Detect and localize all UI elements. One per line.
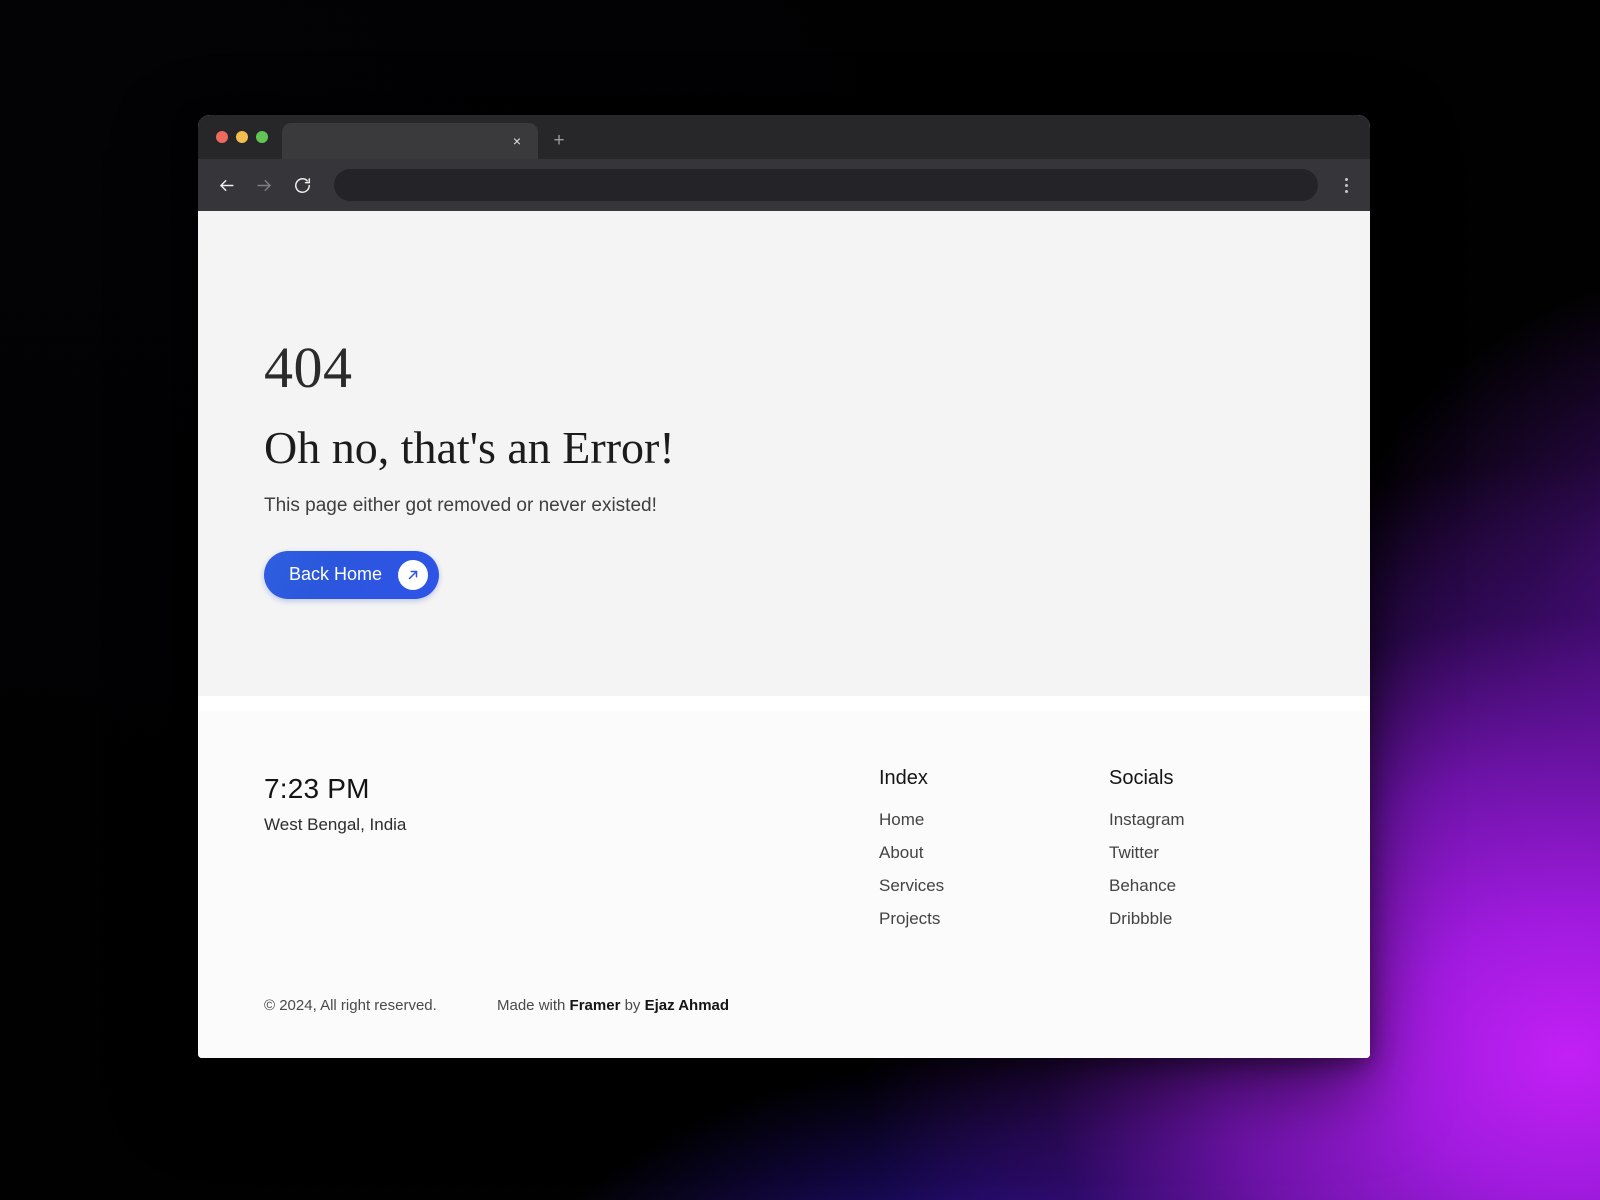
page-footer: 7:23 PM West Bengal, India Index Home Ab… — [198, 711, 1370, 1058]
browser-window: × + 404 Oh no, that's an Error! This pag… — [198, 115, 1370, 1058]
footer-bottom-row: © 2024, All right reserved. Made with Fr… — [264, 997, 729, 1014]
arrow-up-right-icon — [398, 559, 429, 590]
maximize-window-button[interactable] — [256, 131, 268, 143]
footer-column-socials: Socials Instagram Twitter Behance Dribbb… — [1109, 767, 1339, 942]
footer-top-row: 7:23 PM West Bengal, India Index Home Ab… — [264, 767, 1304, 942]
social-link-twitter[interactable]: Twitter — [1109, 843, 1339, 863]
close-window-button[interactable] — [216, 131, 228, 143]
section-divider — [198, 696, 1370, 711]
made-with-credit: Made with Framer by Ejaz Ahmad — [497, 997, 729, 1014]
footer-column-title: Socials — [1109, 767, 1174, 789]
error-subtext: This page either got removed or never ex… — [264, 494, 657, 516]
reload-icon[interactable] — [286, 169, 318, 201]
back-home-label: Back Home — [289, 564, 383, 585]
social-link-instagram[interactable]: Instagram — [1109, 810, 1339, 830]
back-arrow-icon[interactable] — [210, 169, 242, 201]
copyright-text: © 2024, All right reserved. — [264, 997, 437, 1014]
sidebar-item-projects[interactable]: Projects — [879, 909, 1109, 929]
error-headline: Oh no, that's an Error! — [264, 422, 675, 473]
back-home-button[interactable]: Back Home — [264, 550, 440, 599]
browser-tab-strip: × + — [198, 115, 1370, 159]
credit-tool-name[interactable]: Framer — [570, 997, 621, 1014]
local-time: 7:23 PM — [264, 773, 370, 804]
footer-column-title: Index — [879, 767, 928, 789]
address-bar[interactable] — [334, 169, 1318, 201]
footer-column-index: Index Home About Services Projects — [879, 767, 1109, 942]
browser-toolbar — [198, 159, 1370, 211]
close-tab-icon[interactable]: × — [508, 132, 526, 150]
footer-locale-block: 7:23 PM West Bengal, India — [264, 767, 879, 835]
new-tab-button[interactable]: + — [542, 123, 576, 159]
error-code: 404 — [264, 335, 353, 400]
window-traffic-lights — [198, 115, 282, 159]
social-link-dribbble[interactable]: Dribbble — [1109, 909, 1339, 929]
sidebar-item-home[interactable]: Home — [879, 810, 1109, 830]
credit-author-name[interactable]: Ejaz Ahmad — [645, 997, 729, 1014]
browser-menu-icon[interactable] — [1332, 169, 1360, 201]
local-location: West Bengal, India — [264, 815, 407, 834]
credit-prefix: Made with — [497, 997, 570, 1014]
error-hero-section: 404 Oh no, that's an Error! This page ei… — [198, 211, 1370, 696]
sidebar-item-services[interactable]: Services — [879, 876, 1109, 896]
minimize-window-button[interactable] — [236, 131, 248, 143]
credit-middle: by — [620, 997, 645, 1014]
sidebar-item-about[interactable]: About — [879, 843, 1109, 863]
social-link-behance[interactable]: Behance — [1109, 876, 1339, 896]
forward-arrow-icon[interactable] — [248, 169, 280, 201]
page-viewport: 404 Oh no, that's an Error! This page ei… — [198, 211, 1370, 1058]
browser-tab[interactable]: × — [282, 123, 538, 159]
